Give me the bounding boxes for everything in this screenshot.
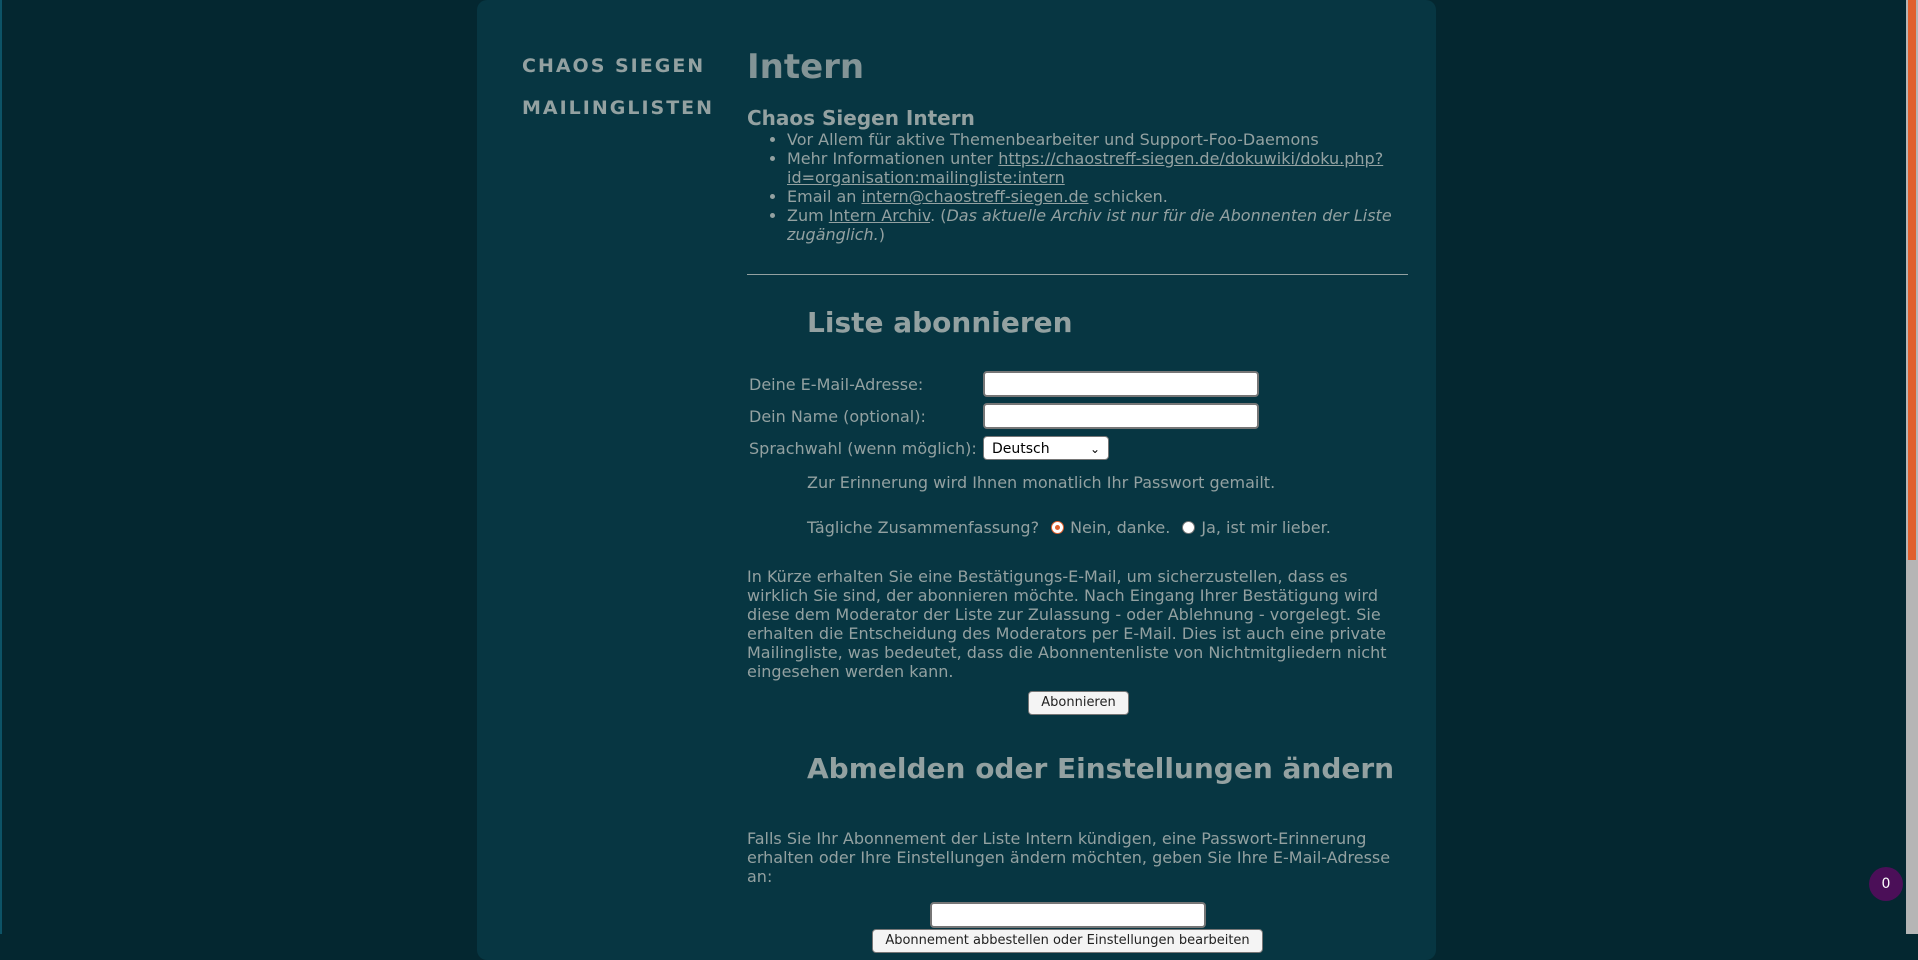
- chevron-down-icon: ⌄: [1089, 442, 1100, 456]
- digest-no-label: Nein, danke.: [1070, 518, 1171, 537]
- info-email-suffix: schicken.: [1093, 187, 1168, 206]
- digest-option: Tägliche Zusammenfassung? Nein, danke. J…: [807, 518, 1408, 537]
- unsubscribe-text: Falls Sie Ihr Abonnement der Liste Inter…: [747, 829, 1391, 886]
- list-info: Vor Allem für aktive Themenbearbeiter un…: [747, 130, 1408, 244]
- digest-label: Tägliche Zusammenfassung?: [807, 518, 1040, 537]
- main-content: Intern Chaos Siegen Intern Vor Allem für…: [747, 44, 1408, 953]
- email-field[interactable]: [983, 371, 1259, 397]
- scrollbar[interactable]: [1906, 0, 1918, 934]
- page-panel: CHAOS SIEGEN MAILINGLISTEN Intern Chaos …: [477, 0, 1436, 960]
- info-archive-mid: . (: [930, 206, 947, 225]
- subscribe-button[interactable]: Abonnieren: [1028, 691, 1129, 715]
- info-more-prefix: Mehr Informationen unter: [787, 149, 994, 168]
- sidebar-nav: CHAOS SIEGEN MAILINGLISTEN: [522, 55, 714, 139]
- list-item: Zum Intern Archiv. (Das aktuelle Archiv …: [787, 206, 1408, 244]
- unsubscribe-heading: Abmelden oder Einstellungen ändern: [807, 752, 1395, 785]
- digest-yes-label: Ja, ist mir lieber.: [1201, 518, 1331, 537]
- divider: [747, 274, 1408, 275]
- scrollbar-thumb[interactable]: [1908, 0, 1916, 560]
- language-select[interactable]: Deutsch ⌄: [983, 436, 1109, 460]
- info-archive-end: ): [878, 225, 885, 244]
- info-email-prefix: Email an: [787, 187, 857, 206]
- unsubscribe-button[interactable]: Abonnement abbestellen oder Einstellunge…: [872, 929, 1263, 953]
- list-item: Mehr Informationen unter https://chaostr…: [787, 149, 1408, 187]
- window-edge: [0, 0, 2, 934]
- subscribe-form: Deine E-Mail-Adresse: Dein Name (optiona…: [747, 367, 1261, 465]
- info-audience: Vor Allem für aktive Themenbearbeiter un…: [787, 130, 1319, 149]
- unsubscribe-input-row: [747, 902, 1408, 928]
- email-link[interactable]: intern@chaostreff-siegen.de: [862, 187, 1089, 206]
- name-label: Dein Name (optional):: [749, 406, 926, 426]
- digest-yes-radio[interactable]: [1182, 521, 1196, 534]
- list-title: Chaos Siegen Intern: [747, 106, 975, 130]
- subscribe-button-row: Abonnieren: [747, 691, 1408, 715]
- digest-no-radio[interactable]: [1051, 521, 1065, 534]
- password-reminder-note: Zur Erinnerung wird Ihnen monatlich Ihr …: [807, 473, 1276, 492]
- sidebar-item-chaos-siegen[interactable]: CHAOS SIEGEN: [522, 55, 714, 77]
- language-selected: Deutsch: [992, 441, 1050, 457]
- list-item: Email an intern@chaostreff-siegen.de sch…: [787, 187, 1408, 206]
- notification-badge[interactable]: 0: [1869, 867, 1903, 901]
- sidebar-item-mailinglisten[interactable]: MAILINGLISTEN: [522, 97, 714, 119]
- subscribe-heading: Liste abonnieren: [807, 306, 1073, 339]
- email-label: Deine E-Mail-Adresse:: [749, 374, 924, 394]
- archive-link[interactable]: Intern Archiv: [829, 206, 930, 225]
- name-field[interactable]: [983, 403, 1259, 429]
- language-label: Sprachwahl (wenn möglich):: [749, 438, 977, 458]
- list-item: Vor Allem für aktive Themenbearbeiter un…: [787, 130, 1408, 149]
- info-archive-prefix: Zum: [787, 206, 824, 225]
- unsubscribe-email-field[interactable]: [929, 902, 1206, 928]
- unsubscribe-button-row: Abonnement abbestellen oder Einstellunge…: [747, 929, 1408, 953]
- subscribe-explanation: In Kürze erhalten Sie eine Bestätigungs-…: [747, 567, 1387, 681]
- page-title: Intern: [747, 47, 865, 87]
